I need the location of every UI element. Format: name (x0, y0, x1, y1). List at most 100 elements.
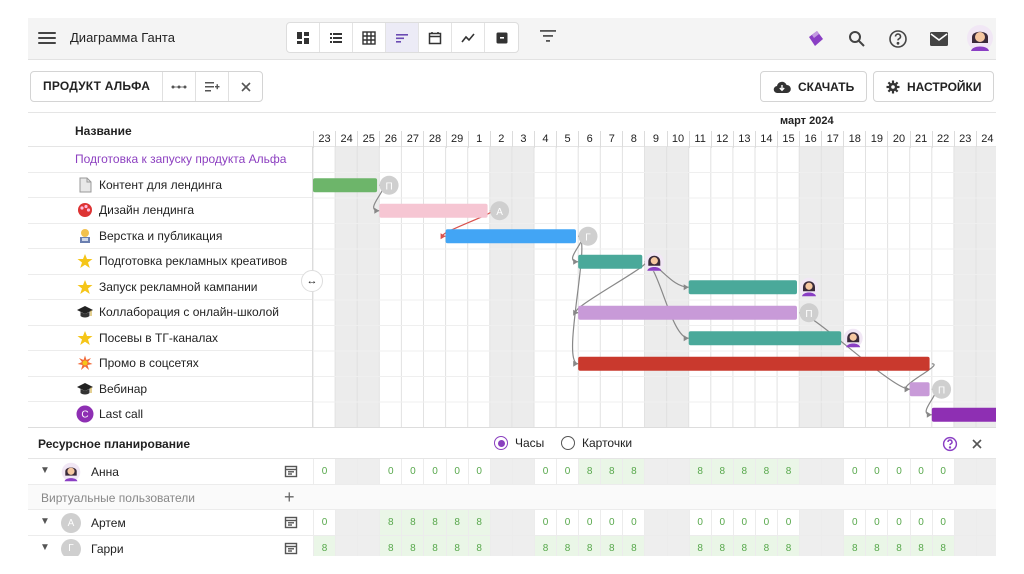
search-icon[interactable] (845, 27, 869, 51)
hours-cell[interactable]: 8 (688, 459, 711, 484)
hours-cell[interactable]: 8 (556, 535, 579, 556)
hours-radio[interactable]: Часы (494, 436, 544, 450)
hours-cell[interactable]: 0 (865, 510, 887, 535)
list-view-icon[interactable] (320, 23, 353, 52)
hours-cell[interactable]: 0 (401, 459, 423, 484)
hours-cell[interactable] (975, 510, 996, 535)
hours-cell[interactable]: 0 (843, 510, 865, 535)
hours-cell[interactable]: 0 (865, 459, 887, 484)
hours-cell[interactable] (799, 459, 822, 484)
hours-cell[interactable]: 0 (600, 510, 622, 535)
tags-icon[interactable] (804, 27, 828, 51)
hours-cell[interactable]: 0 (313, 459, 335, 484)
hours-cell[interactable] (975, 535, 996, 556)
hours-cell[interactable]: 8 (622, 459, 645, 484)
hours-cell[interactable]: 8 (710, 459, 733, 484)
hours-cell[interactable]: 0 (556, 459, 578, 484)
hours-cell[interactable]: 8 (313, 535, 336, 556)
hours-cell[interactable] (489, 459, 512, 484)
hours-cell[interactable] (511, 535, 534, 556)
task-group-row[interactable]: Подготовка к запуску продукта Альфа (28, 147, 312, 173)
hours-cell[interactable]: 8 (843, 535, 866, 556)
hours-cell[interactable]: 0 (909, 459, 932, 484)
hours-cell[interactable]: 0 (887, 510, 909, 535)
hours-cell[interactable]: 8 (401, 510, 424, 535)
calendar-icon[interactable] (284, 464, 298, 478)
hours-cell[interactable]: 0 (467, 459, 490, 484)
add-row-icon[interactable] (196, 72, 230, 101)
hours-cell[interactable]: 8 (379, 535, 402, 556)
calendar-icon[interactable] (284, 541, 298, 555)
hours-cell[interactable]: 8 (445, 510, 468, 535)
hours-cell[interactable]: 0 (931, 510, 954, 535)
hours-cell[interactable] (511, 510, 534, 535)
hours-cell[interactable] (953, 459, 976, 484)
close-product-icon[interactable] (229, 72, 262, 101)
hours-cell[interactable] (799, 510, 822, 535)
chart-view-icon[interactable] (452, 23, 485, 52)
board-view-icon[interactable] (287, 23, 320, 52)
hours-cell[interactable] (511, 459, 534, 484)
hours-cell[interactable]: 8 (600, 459, 623, 484)
hours-cell[interactable] (821, 535, 844, 556)
hours-cell[interactable]: 8 (732, 535, 755, 556)
settings-button[interactable]: НАСТРОЙКИ (873, 71, 995, 102)
chevron-down-icon[interactable]: ▼ (40, 542, 50, 553)
archive-view-icon[interactable] (485, 23, 518, 52)
hours-cell[interactable] (357, 535, 380, 556)
hours-cell[interactable]: 8 (887, 535, 910, 556)
product-name-button[interactable]: ПРОДУКТ АЛЬФА (31, 72, 164, 101)
hours-cell[interactable] (953, 535, 976, 556)
hours-cell[interactable]: 8 (710, 535, 733, 556)
hours-cell[interactable]: 0 (622, 510, 644, 535)
hours-cell[interactable] (666, 510, 689, 535)
hours-cell[interactable] (335, 535, 358, 556)
calendar-icon[interactable] (284, 515, 298, 529)
hours-cell[interactable] (666, 535, 689, 556)
hours-cell[interactable]: 8 (909, 535, 932, 556)
task-row[interactable]: Посевы в ТГ-каналах (28, 326, 312, 351)
hours-cell[interactable]: 8 (776, 535, 800, 556)
dependencies-icon[interactable] (163, 72, 197, 101)
hours-cell[interactable]: 0 (688, 510, 711, 535)
hours-cell[interactable]: 8 (578, 459, 601, 484)
hours-cell[interactable] (799, 535, 822, 556)
hours-cell[interactable]: 0 (776, 510, 799, 535)
hours-cell[interactable] (357, 510, 380, 535)
hours-cell[interactable] (821, 459, 844, 484)
hours-cell[interactable] (357, 459, 380, 484)
hours-cell[interactable]: 8 (732, 459, 755, 484)
hours-cell[interactable] (335, 510, 358, 535)
hours-cell[interactable]: 0 (931, 459, 954, 484)
filter-icon[interactable] (538, 28, 560, 48)
hours-cell[interactable]: 0 (732, 510, 755, 535)
hours-cell[interactable] (644, 510, 667, 535)
task-row[interactable]: Верстка и публикация (28, 224, 312, 249)
resource-help-icon[interactable] (938, 432, 962, 456)
task-row[interactable]: Коллаборация с онлайн-школой (28, 300, 312, 326)
hours-cell[interactable] (335, 459, 358, 484)
gantt-view-icon[interactable] (386, 23, 419, 52)
hours-cell[interactable]: 8 (467, 510, 490, 535)
mail-icon[interactable] (927, 27, 951, 51)
hours-cell[interactable] (821, 510, 844, 535)
hours-cell[interactable]: 8 (533, 535, 557, 556)
hours-cell[interactable]: 8 (931, 535, 954, 556)
hours-cell[interactable] (644, 459, 667, 484)
hours-cell[interactable]: 0 (533, 459, 556, 484)
hours-cell[interactable]: 0 (379, 459, 401, 484)
hours-cell[interactable] (666, 459, 689, 484)
hours-cell[interactable]: 0 (754, 510, 777, 535)
hours-cell[interactable]: 8 (401, 535, 424, 556)
close-resource-icon[interactable] (965, 432, 989, 456)
hours-cell[interactable]: 0 (423, 459, 445, 484)
calendar-view-icon[interactable] (419, 23, 452, 52)
help-icon[interactable] (886, 27, 910, 51)
hours-cell[interactable] (644, 535, 667, 556)
chevron-down-icon[interactable]: ▼ (40, 516, 50, 527)
hours-cell[interactable]: 0 (887, 459, 909, 484)
hours-cell[interactable]: 0 (578, 510, 600, 535)
hours-cell[interactable]: 0 (556, 510, 578, 535)
cards-radio[interactable]: Карточки (561, 436, 632, 450)
task-row[interactable]: Промо в соцсетях (28, 351, 312, 377)
